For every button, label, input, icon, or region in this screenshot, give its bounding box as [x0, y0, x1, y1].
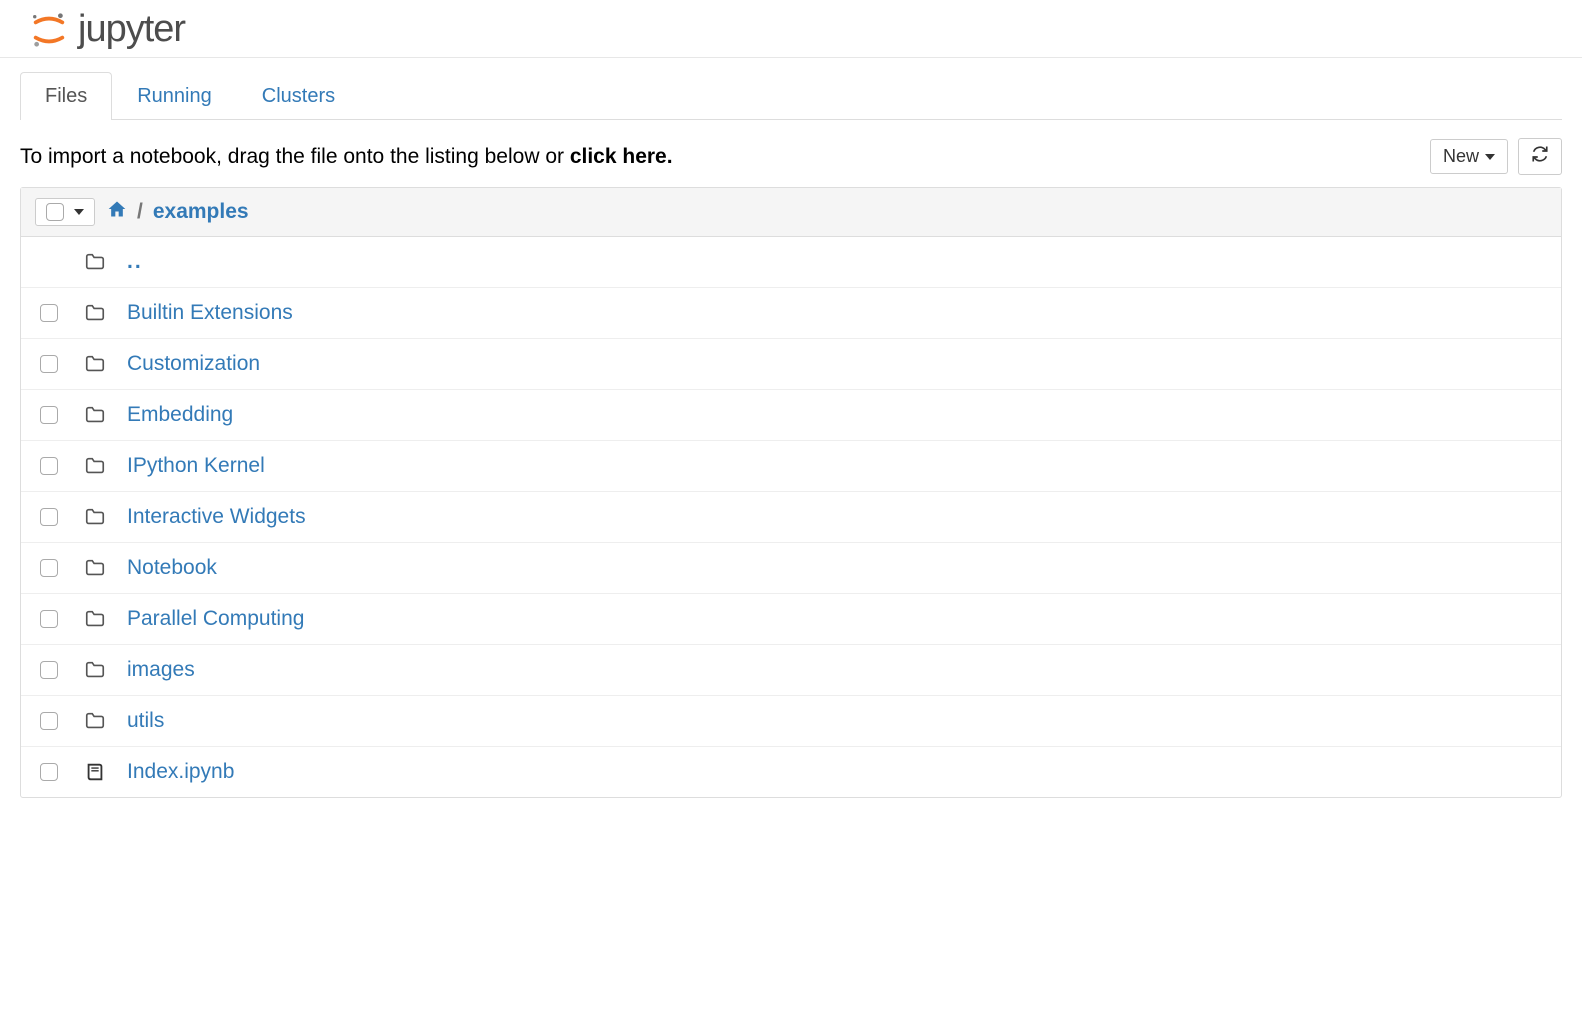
new-button[interactable]: New — [1430, 139, 1508, 174]
folder-icon — [83, 404, 107, 426]
file-link[interactable]: Customization — [127, 352, 260, 376]
row-checkbox[interactable] — [40, 406, 58, 424]
tabs-container: FilesRunningClusters — [0, 72, 1582, 120]
import-hint: To import a notebook, drag the file onto… — [20, 145, 673, 169]
file-row[interactable]: images — [21, 645, 1561, 696]
breadcrumb-separator: / — [137, 200, 143, 224]
file-row[interactable]: Interactive Widgets — [21, 492, 1561, 543]
row-checkbox[interactable] — [40, 712, 58, 730]
row-checkbox[interactable] — [40, 304, 58, 322]
folder-icon — [83, 353, 107, 375]
tab-clusters[interactable]: Clusters — [237, 72, 360, 120]
select-all-checkbox[interactable] — [46, 203, 64, 221]
jupyter-logo-icon — [30, 11, 68, 49]
file-link[interactable]: Notebook — [127, 556, 217, 580]
breadcrumb: / examples — [107, 199, 249, 225]
file-link[interactable]: IPython Kernel — [127, 454, 265, 478]
file-link[interactable]: Embedding — [127, 403, 233, 427]
folder-icon — [83, 506, 107, 528]
logo-text: jupyter — [78, 8, 185, 51]
tab-files[interactable]: Files — [20, 72, 112, 120]
breadcrumb-row: / examples — [21, 188, 1561, 237]
file-row[interactable]: Customization — [21, 339, 1561, 390]
file-row[interactable]: Notebook — [21, 543, 1561, 594]
folder-icon — [83, 251, 107, 273]
row-checkbox[interactable] — [40, 355, 58, 373]
toolbar: To import a notebook, drag the file onto… — [0, 120, 1582, 187]
row-checkbox[interactable] — [40, 763, 58, 781]
file-link[interactable]: Index.ipynb — [127, 760, 234, 784]
logo[interactable]: jupyter — [30, 8, 1566, 51]
home-icon[interactable] — [107, 199, 127, 225]
file-row[interactable]: Embedding — [21, 390, 1561, 441]
file-row[interactable]: Builtin Extensions — [21, 288, 1561, 339]
file-link[interactable]: Parallel Computing — [127, 607, 304, 631]
tab-running[interactable]: Running — [112, 72, 237, 120]
file-list: / examples .. Builtin Extensions Customiz… — [20, 187, 1562, 798]
file-link[interactable]: Builtin Extensions — [127, 301, 293, 325]
file-link[interactable]: utils — [127, 709, 164, 733]
file-row[interactable]: Parallel Computing — [21, 594, 1561, 645]
row-checkbox[interactable] — [40, 508, 58, 526]
row-checkbox[interactable] — [40, 661, 58, 679]
header: jupyter — [0, 0, 1582, 58]
file-link[interactable]: Interactive Widgets — [127, 505, 306, 529]
parent-directory-link[interactable]: .. — [127, 250, 143, 274]
toolbar-right: New — [1430, 138, 1562, 175]
folder-icon — [83, 557, 107, 579]
folder-icon — [83, 710, 107, 732]
import-hint-text: To import a notebook, drag the file onto… — [20, 145, 570, 168]
file-row[interactable]: Index.ipynb — [21, 747, 1561, 797]
refresh-button[interactable] — [1518, 138, 1562, 175]
parent-directory-row[interactable]: .. — [21, 237, 1561, 288]
import-click-here-link[interactable]: click here. — [570, 145, 673, 168]
refresh-icon — [1531, 145, 1549, 168]
row-checkbox[interactable] — [40, 457, 58, 475]
notebook-icon — [83, 761, 107, 783]
breadcrumb-current[interactable]: examples — [153, 200, 249, 224]
select-all-dropdown[interactable] — [35, 198, 95, 226]
folder-icon — [83, 455, 107, 477]
row-checkbox[interactable] — [40, 610, 58, 628]
new-button-label: New — [1443, 146, 1479, 167]
caret-down-icon — [74, 209, 84, 215]
file-row[interactable]: IPython Kernel — [21, 441, 1561, 492]
folder-icon — [83, 302, 107, 324]
row-checkbox[interactable] — [40, 559, 58, 577]
file-row[interactable]: utils — [21, 696, 1561, 747]
caret-down-icon — [1485, 154, 1495, 160]
file-link[interactable]: images — [127, 658, 195, 682]
folder-icon — [83, 608, 107, 630]
tabs: FilesRunningClusters — [20, 72, 1562, 120]
folder-icon — [83, 659, 107, 681]
